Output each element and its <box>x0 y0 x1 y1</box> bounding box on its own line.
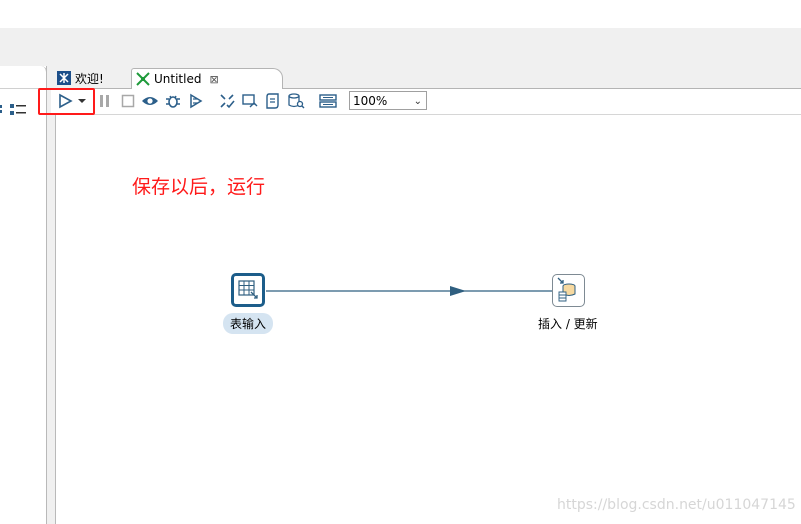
insert-update-icon <box>557 277 576 302</box>
run-highlight-box <box>38 88 95 115</box>
preview-button[interactable] <box>141 92 159 110</box>
menu-band <box>0 28 801 66</box>
table-input-icon <box>238 280 258 299</box>
step-insert-update[interactable] <box>552 274 585 307</box>
tab-untitled-label: Untitled <box>154 72 202 86</box>
chevron-down-icon: ⌄ <box>413 96 422 107</box>
results-panel-icon <box>319 94 337 108</box>
sql-button[interactable] <box>264 92 282 110</box>
annotation-text: 保存以后，运行 <box>132 176 266 198</box>
bug-icon <box>166 95 180 108</box>
transformation-toolbar: 100% ⌄ <box>51 89 801 115</box>
step-insert-update-label: 插入 / 更新 <box>538 317 598 331</box>
database-search-icon <box>288 93 305 109</box>
zoom-value: 100% <box>353 94 388 108</box>
editor-area: 欢迎! Untitled ⊠ 100% ⌄ <box>51 66 801 524</box>
tab-welcome-label: 欢迎! <box>75 71 104 86</box>
collapse-icon[interactable] <box>0 103 6 115</box>
sql-script-icon <box>266 93 279 109</box>
step-table-input-label: 表输入 <box>223 313 274 334</box>
replay-icon <box>190 93 203 109</box>
step-table-input[interactable] <box>231 273 265 307</box>
list-view-icon[interactable] <box>10 103 28 117</box>
tab-untitled[interactable]: Untitled ⊠ <box>131 68 283 89</box>
transformation-icon <box>136 72 150 86</box>
eye-icon <box>142 97 158 105</box>
window-top <box>0 0 801 28</box>
show-results-button[interactable] <box>319 92 337 110</box>
replay-button[interactable] <box>187 92 205 110</box>
pause-button[interactable] <box>96 92 114 110</box>
tab-welcome[interactable]: 欢迎! <box>53 68 133 88</box>
close-tab-icon[interactable]: ⊠ <box>209 73 218 86</box>
stop-button[interactable] <box>119 92 137 110</box>
zoom-select[interactable]: 100% ⌄ <box>349 91 427 110</box>
tab-bar: 欢迎! Untitled ⊠ <box>51 66 801 89</box>
pause-icon <box>100 95 109 107</box>
explore-db-button[interactable] <box>287 92 305 110</box>
impact-icon <box>242 94 258 108</box>
welcome-icon <box>57 71 71 85</box>
verify-icon <box>220 94 235 109</box>
debug-button[interactable] <box>164 92 182 110</box>
impact-button[interactable] <box>241 92 259 110</box>
verify-button[interactable] <box>218 92 236 110</box>
left-panel-tab[interactable] <box>0 66 47 89</box>
watermark: https://blog.csdn.net/u011047145 <box>557 497 796 513</box>
left-panel <box>0 66 47 524</box>
stop-icon <box>121 94 135 108</box>
